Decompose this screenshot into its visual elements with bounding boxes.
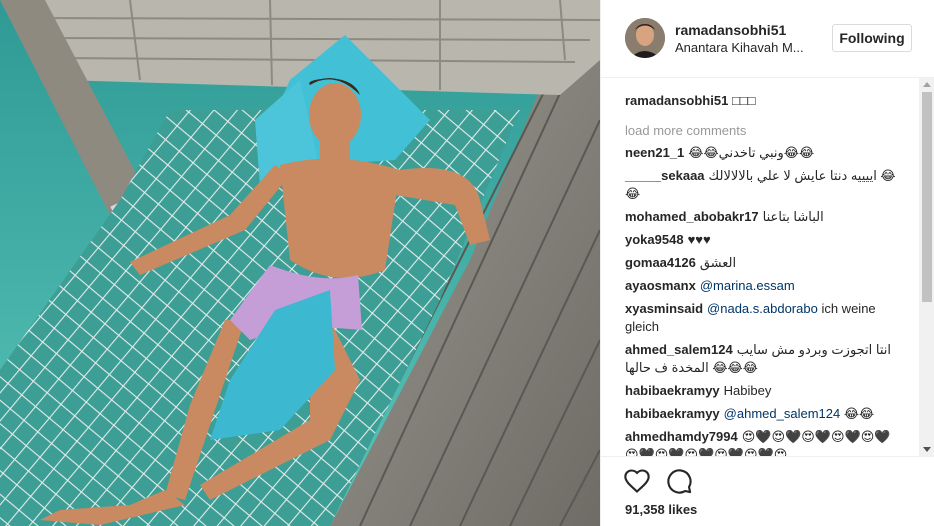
likes-count[interactable]: 91,358 likes [625,502,697,517]
post-sidebar: ramadansobhi51 Anantara Kihavah M... Fol… [600,0,934,526]
comment-text: ♥♥♥ [687,232,711,247]
scroll-up-arrow-icon[interactable] [923,82,931,87]
heart-icon[interactable] [623,467,651,495]
comments-list[interactable]: ramadansobhi51 □□□ load more comments ne… [601,78,921,456]
comment-item: mohamed_abobakr17 الباشا بتاعنا [625,208,897,226]
comment-username[interactable]: _____sekaaa [625,168,705,183]
comments-scrollbar[interactable] [919,78,934,456]
post-actions: 91,358 likes [601,456,934,526]
comment-username[interactable]: xyasminsaid [625,301,703,316]
load-more-comments-link[interactable]: load more comments [625,122,921,140]
post-caption: ramadansobhi51 □□□ [625,92,921,110]
comment-item: ayaosmanx @marina.essam [625,277,897,295]
comment-text: العشق [699,255,737,270]
avatar-image [625,18,665,58]
comment-username[interactable]: mohamed_abobakr17 [625,209,759,224]
heart-icon-svg [624,469,650,493]
comment-username[interactable]: ahmed_salem124 [625,342,733,357]
comment-item: habibaekramyy Habibey [625,382,897,400]
comment-username[interactable]: neen21_1 [625,145,684,160]
following-button[interactable]: Following [832,24,912,52]
caption-text: □□□ [731,93,756,108]
comment-item: _____sekaaa اييييه دنتا عايش لا علي بالال… [625,167,897,203]
comment-username[interactable]: yoka9548 [625,232,684,247]
comment-username[interactable]: ayaosmanx [625,278,696,293]
comment-username[interactable]: habibaekramyy [625,383,720,398]
comment-item: neen21_1 😂😂ونبي تاخدني😂😂 [625,144,897,162]
comment-item: habibaekramyy @ahmed_salem124 😂😂 [625,405,897,423]
speech-bubble-icon[interactable] [665,467,693,495]
caption-username[interactable]: ramadansobhi51 [625,93,728,108]
comment-username[interactable]: gomaa4126 [625,255,696,270]
photo-hammock-scene [0,0,600,526]
post-photo[interactable] [0,0,600,526]
comment-mention[interactable]: @marina.essam [700,278,795,293]
comment-item: xyasminsaid @nada.s.abdorabo ich weine gl… [625,300,897,336]
comment-item: yoka9548 ♥♥♥ [625,231,897,249]
comment-text: Habibey [723,383,772,398]
comment-username[interactable]: ahmedhamdy7994 [625,429,738,444]
comment-text: 😂😂 [843,406,875,421]
scrollbar-thumb[interactable] [922,92,932,302]
comment-text: الباشا بتاعنا [762,209,824,224]
comment-mention[interactable]: @ahmed_salem124 [724,406,841,421]
comment-text: 😂😂ونبي تاخدني😂😂 [688,145,815,160]
comment-username[interactable]: habibaekramyy [625,406,720,421]
scroll-down-arrow-icon[interactable] [923,447,931,452]
comment-mention[interactable]: @nada.s.abdorabo [707,301,818,316]
comment-item: ahmed_salem124 انتا اتجوزت وبردو مش سايب … [625,341,897,377]
avatar[interactable] [625,18,665,58]
post-header: ramadansobhi51 Anantara Kihavah M... Fol… [601,0,934,78]
header-location[interactable]: Anantara Kihavah M... [675,40,804,55]
header-username[interactable]: ramadansobhi51 [675,22,786,38]
speech-bubble-icon-svg [667,469,692,494]
comment-item: ahmedhamdy7994 😍🖤😍🖤😍🖤😍🖤😍🖤😍🖤😍🖤😍🖤😍🖤😍🖤😍 [625,428,897,456]
comment-item: gomaa4126 العشق [625,254,897,272]
